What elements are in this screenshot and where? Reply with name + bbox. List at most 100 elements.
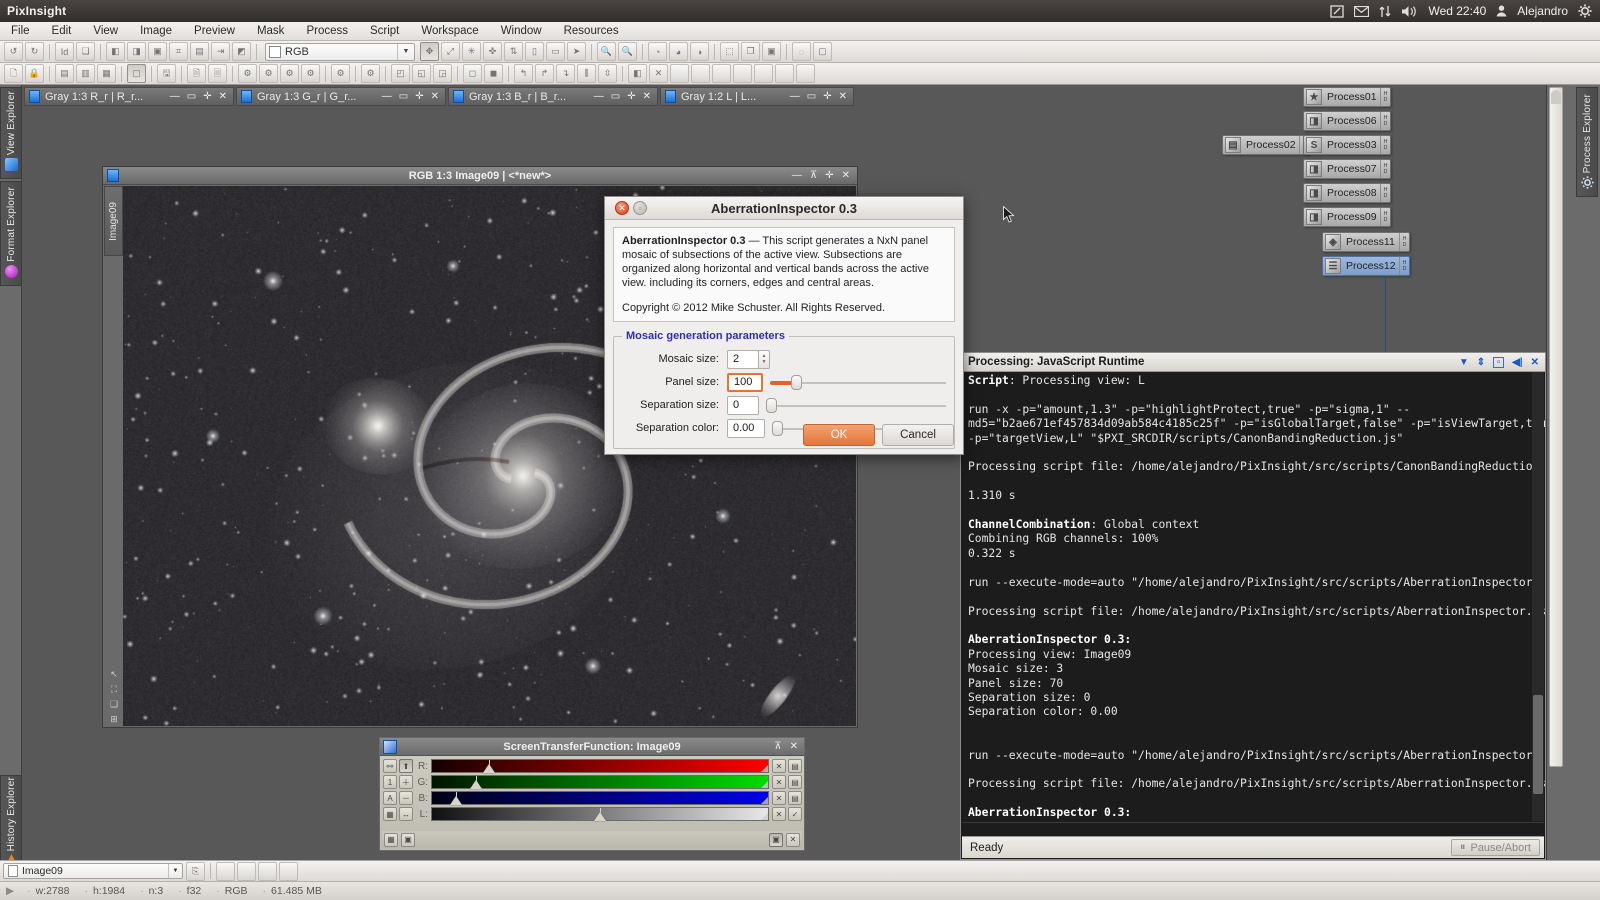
main-image-window-titlebar[interactable]: RGB 1:3 Image09 | <*new*> — ⊼ ✛ ✕	[103, 167, 857, 185]
maximize-icon[interactable]: ✛	[825, 170, 833, 181]
pan-tool-icon[interactable]: ✥	[420, 42, 439, 61]
swatch-4-icon[interactable]	[733, 64, 752, 83]
process-side-tab[interactable]: HD	[1380, 88, 1390, 106]
menu-preview[interactable]: Preview	[183, 22, 246, 40]
readout-swatch-4-icon[interactable]	[279, 862, 298, 881]
reset-icon[interactable]: ✕	[772, 759, 786, 773]
plus-icon[interactable]: ＋	[399, 775, 413, 789]
process-icon-process01[interactable]: ★ Process01 HD	[1303, 87, 1391, 107]
stf-channel-bar-l[interactable]	[431, 807, 769, 821]
scrollbar-thumb[interactable]	[1533, 695, 1543, 794]
swatch-1-icon[interactable]	[670, 64, 689, 83]
menu-file[interactable]: File	[0, 22, 41, 40]
process-icon-process07[interactable]: ◨ Process07 HD	[1303, 159, 1391, 179]
close-icon[interactable]: ✕	[790, 741, 798, 752]
readout-icon[interactable]: ▢	[127, 64, 146, 83]
process-container-icon[interactable]: ⚙	[301, 64, 320, 83]
script-icon[interactable]: ⚙	[331, 64, 350, 83]
rotate-left-icon[interactable]: ↰	[514, 64, 533, 83]
stf-reset-icon[interactable]: ◼	[484, 64, 503, 83]
menu-edit[interactable]: Edit	[41, 22, 83, 40]
stf-channel-bar-r[interactable]	[431, 759, 769, 773]
preview-mode-icon[interactable]: ⬚	[720, 42, 739, 61]
reset-icon[interactable]: ✕	[772, 791, 786, 805]
close-view-icon[interactable]: ✕	[649, 64, 668, 83]
restore-icon[interactable]: ⊼	[810, 170, 817, 181]
readout-swatch-3-icon[interactable]	[258, 862, 277, 881]
gradient-icon[interactable]: ◩	[232, 42, 251, 61]
center-icon[interactable]: ✜	[483, 42, 502, 61]
crop-icon[interactable]: ⌗	[169, 42, 188, 61]
sidebar-tab-format-explorer[interactable]: Format Explorer	[0, 181, 22, 286]
open-file-icon[interactable]: 🗋	[4, 64, 23, 83]
auto-icon[interactable]: A	[383, 791, 397, 805]
one-icon[interactable]: 1	[383, 775, 397, 789]
chevron-down-icon[interactable]: ▼	[762, 359, 767, 365]
chevron-down-icon[interactable]: ▼	[168, 864, 182, 878]
volume-icon[interactable]	[1401, 5, 1418, 18]
stf-titlebar[interactable]: ScreenTransferFunction: Image09 ⊼ ✕	[380, 738, 804, 756]
maximize-icon[interactable]: ✛	[823, 91, 831, 102]
minimize-icon[interactable]: —	[792, 170, 802, 181]
image-window-bar-l[interactable]: Gray 1:2 L | L... — ▭ ✛ ✕	[660, 87, 854, 106]
image-view-side-tab[interactable]: Image09	[104, 186, 123, 256]
select-region-icon[interactable]: ▭	[546, 42, 565, 61]
new-image-icon[interactable]: ▯	[525, 42, 544, 61]
image-a-icon[interactable]: ▤	[55, 64, 74, 83]
swap-icon[interactable]: ⇅	[504, 42, 523, 61]
separation-size-input[interactable]: 0	[727, 396, 759, 415]
split-view-alt-icon[interactable]: ◨	[127, 42, 146, 61]
sidebar-tab-process-explorer[interactable]: Process Explorer	[1576, 87, 1598, 197]
restore-icon[interactable]: ▭	[399, 91, 408, 102]
process-console[interactable]: Processing: JavaScript Runtime ▼ ⇕ ▫ ◀| …	[960, 352, 1546, 860]
process-side-tab[interactable]: HD	[1380, 136, 1390, 154]
menu-view[interactable]: View	[82, 22, 129, 40]
process-icon-process08[interactable]: ◨ Process08 HD	[1303, 183, 1391, 203]
minimize-icon[interactable]: —	[594, 91, 604, 102]
panel-size-input[interactable]: 100	[727, 373, 763, 392]
cancel-button[interactable]: Cancel	[882, 424, 954, 446]
separation-size-slider[interactable]	[766, 396, 946, 415]
play-icon[interactable]: ▶	[6, 885, 14, 897]
screen-transfer-function-window[interactable]: ScreenTransferFunction: Image09 ⊼ ✕ ⚯ ⬆ …	[379, 737, 805, 851]
export-icon[interactable]: ⇥	[211, 42, 230, 61]
close-icon[interactable]: ✕	[842, 170, 850, 181]
mosaic-size-input[interactable]: 2	[727, 350, 759, 369]
process-icon-process03[interactable]: S Process03 HD	[1303, 135, 1391, 155]
stf-instance-icon[interactable]: ▣	[401, 833, 415, 847]
tile-windows-icon[interactable]: ▤	[190, 42, 209, 61]
grid-icon[interactable]: ▦	[383, 807, 397, 821]
lock-icon[interactable]: 🔒	[25, 64, 44, 83]
pause-abort-button[interactable]: ⏸ Pause/Abort	[1451, 839, 1540, 856]
new-preview-icon[interactable]: ▣	[148, 42, 167, 61]
process-side-tab[interactable]: HD	[1380, 112, 1390, 130]
console-output[interactable]: Script: Processing view: L run -x -p="am…	[961, 372, 1545, 821]
close-icon[interactable]: ✕	[219, 91, 227, 102]
view-picker-icon[interactable]: ⎘	[186, 862, 205, 881]
stf-auto-icon[interactable]: ◻	[463, 64, 482, 83]
flip-horizontal-icon[interactable]: ⫼	[577, 64, 596, 83]
stf-channel-bar-g[interactable]	[431, 775, 769, 789]
float-icon[interactable]: ▫	[1493, 357, 1504, 368]
save-as-icon[interactable]: 🗎	[187, 64, 206, 83]
arrow-up-icon[interactable]: ⬆	[399, 759, 413, 773]
process-side-tab[interactable]: HD	[1380, 160, 1390, 178]
split-view-icon[interactable]: ◧	[106, 42, 125, 61]
note-icon[interactable]	[1330, 5, 1344, 18]
pointer-icon[interactable]: ➤	[567, 42, 586, 61]
invert-icon[interactable]: ◧	[628, 64, 647, 83]
restore-icon[interactable]: ▭	[611, 91, 620, 102]
dialog-titlebar[interactable]: ✕ ▫ AberrationInspector 0.3	[605, 197, 963, 220]
rotate-180-icon[interactable]: ↴	[556, 64, 575, 83]
console-input-line[interactable]	[962, 822, 1544, 835]
flip-vertical-icon[interactable]: ⇳	[598, 64, 617, 83]
close-icon[interactable]: ✕	[839, 91, 847, 102]
pointer-tool-icon[interactable]: ↖	[110, 669, 118, 680]
process-icon-process02[interactable]: ▤ Process02 HD	[1222, 135, 1310, 155]
minimize-icon[interactable]: —	[790, 91, 800, 102]
edit-icon[interactable]: ✓	[788, 807, 802, 821]
zoom-actual-icon[interactable]: ✳	[462, 42, 481, 61]
stf-apply-icon[interactable]: ▦	[384, 833, 398, 847]
process-side-tab[interactable]: HD	[1399, 233, 1409, 251]
edit-icon[interactable]: ▤	[788, 791, 802, 805]
